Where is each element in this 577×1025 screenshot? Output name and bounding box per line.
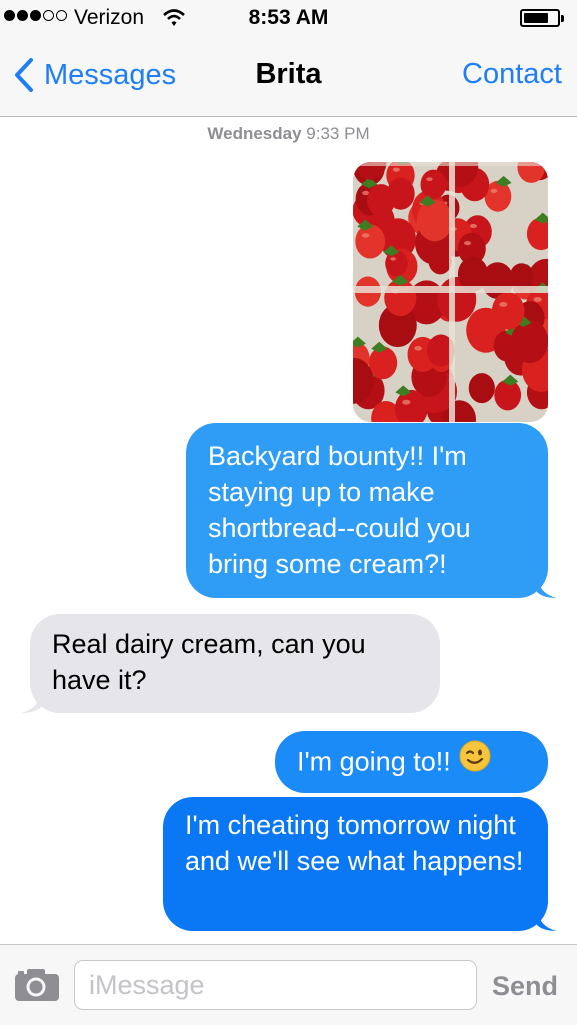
send-button[interactable]: Send: [492, 971, 558, 1002]
chevron-left-icon: [15, 58, 33, 92]
status-time: 8:53 AM: [248, 6, 329, 29]
bubble-tail: [537, 909, 557, 931]
timestamp-day: Wednesday: [207, 124, 302, 143]
received-message-bubble[interactable]: Real dairy cream, can you have it?: [21, 614, 440, 713]
message-text: I'm going to!!: [297, 746, 451, 777]
sent-message-bubble[interactable]: I'm going to!!: [275, 731, 548, 793]
timestamp-time: 9:33 PM: [306, 124, 370, 143]
message-text: Real dairy cream, can you have it?: [52, 629, 366, 695]
bubble-tail: [21, 691, 41, 713]
back-button-label: Messages: [44, 58, 177, 91]
bubble-tail: [537, 576, 557, 598]
contact-button[interactable]: Contact: [462, 58, 562, 91]
back-button[interactable]: Messages: [14, 58, 176, 92]
strawberries-image: [353, 162, 548, 422]
message-timestamp: Wednesday 9:33 PM: [0, 124, 577, 144]
navigation-bar: Verizon 8:53 AM Messages Brita Contact: [0, 0, 577, 117]
imessage-input[interactable]: [74, 960, 477, 1010]
battery-icon: [520, 9, 564, 27]
message-text: Backyard bounty!! I'm staying up to make…: [208, 441, 471, 579]
camera-icon[interactable]: [13, 967, 61, 1008]
winking-face-emoji-icon: [459, 740, 491, 781]
photo-message[interactable]: [353, 162, 548, 422]
message-text: I'm cheating tomorrow night and we'll se…: [185, 810, 524, 876]
sent-message-bubble[interactable]: I'm cheating tomorrow night and we'll se…: [163, 797, 557, 931]
message-input-bar: Send: [0, 944, 577, 1025]
status-bar: Verizon 8:53 AM: [0, 0, 577, 38]
sent-message-bubble[interactable]: Backyard bounty!! I'm staying up to make…: [186, 423, 557, 598]
